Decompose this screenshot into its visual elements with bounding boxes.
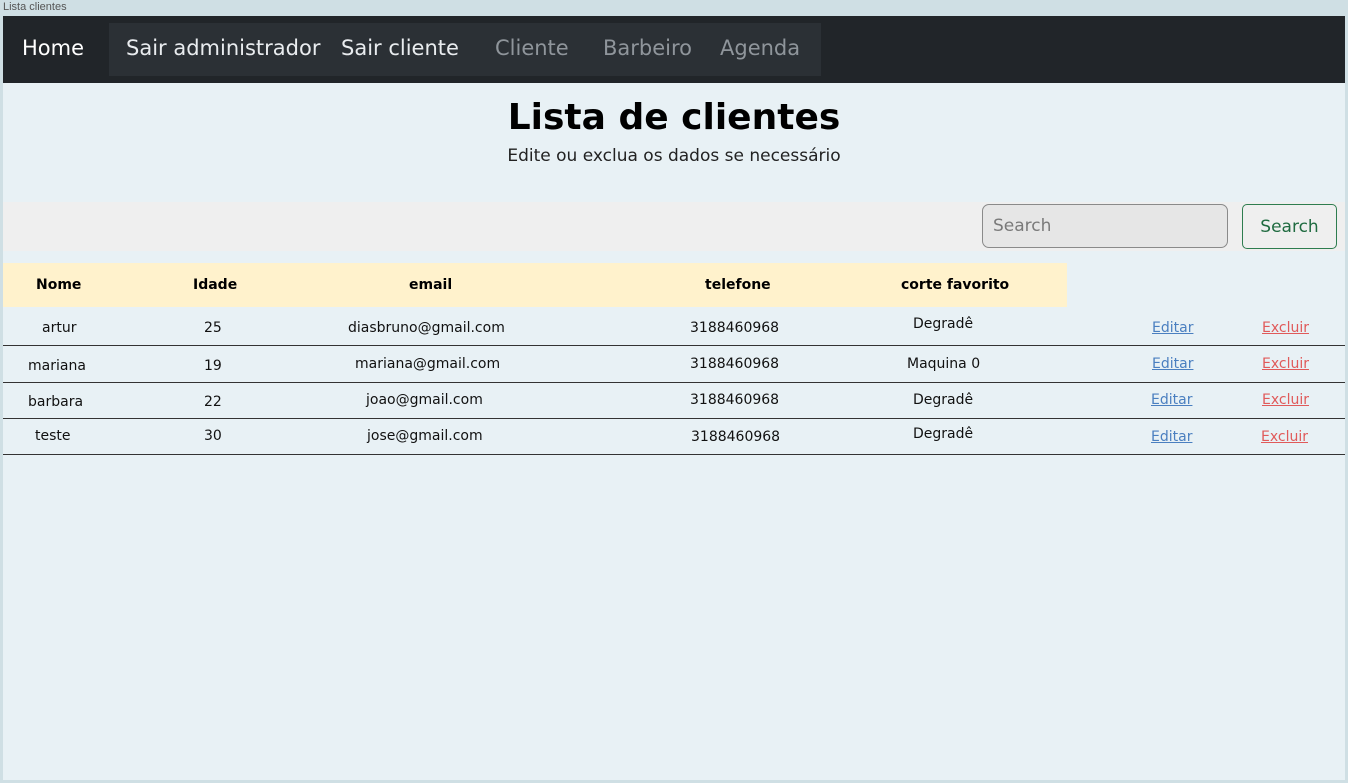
cell-idade: 22 (204, 394, 222, 410)
cell-telefone: 3188460968 (690, 392, 780, 408)
cell-nome: barbara (28, 394, 84, 410)
search-bar: Search (3, 202, 1345, 251)
nav-sair-cliente[interactable]: Sair cliente (341, 36, 459, 60)
nav-sair-administrador[interactable]: Sair administrador (126, 36, 320, 60)
cell-email: mariana@gmail.com (355, 356, 501, 372)
window-title: Lista clientes (3, 1, 67, 13)
cell-corte-favorito: Maquina 0 (907, 356, 981, 372)
nav-cliente[interactable]: Cliente (495, 36, 569, 60)
search-input[interactable] (982, 204, 1228, 248)
column-header-nome: Nome (36, 277, 82, 293)
cell-idade: 30 (204, 428, 222, 444)
cell-corte-favorito: Degradê (913, 392, 974, 408)
cell-email: joao@gmail.com (366, 392, 483, 408)
page-title: Lista de clientes (507, 97, 841, 138)
nav-home-link[interactable]: Home (22, 36, 84, 60)
delete-link[interactable]: Excluir (1262, 392, 1309, 408)
table-row: artur 25 diasbruno@gmail.com 3188460968 … (3, 309, 1345, 346)
cell-corte-favorito: Degradê (913, 426, 974, 442)
cell-idade: 19 (204, 358, 222, 374)
edit-link[interactable]: Editar (1151, 429, 1192, 445)
table-row: mariana 19 mariana@gmail.com 3188460968 … (3, 346, 1345, 383)
search-button[interactable]: Search (1242, 204, 1337, 249)
nav-group: Sair administrador Sair cliente Cliente … (109, 23, 821, 76)
table-row: barbara 22 joao@gmail.com 3188460968 Deg… (3, 382, 1345, 419)
column-header-corte-favorito: corte favorito (901, 277, 1010, 293)
page-subtitle: Edite ou exclua os dados se necessário (507, 146, 841, 166)
cell-telefone: 3188460968 (691, 429, 781, 445)
column-header-idade: Idade (193, 277, 238, 293)
cell-nome: mariana (28, 358, 86, 374)
cell-corte-favorito: Degradê (913, 316, 974, 332)
cell-email: jose@gmail.com (367, 428, 483, 444)
column-header-telefone: telefone (705, 277, 771, 293)
cell-telefone: 3188460968 (690, 356, 780, 372)
cell-email: diasbruno@gmail.com (348, 320, 505, 336)
cell-nome: artur (42, 320, 77, 336)
edit-link[interactable]: Editar (1152, 320, 1193, 336)
edit-link[interactable]: Editar (1152, 356, 1193, 372)
table-header-row: Nome Idade email telefone corte favorito (3, 263, 1067, 307)
page: Home Sair administrador Sair cliente Cli… (3, 16, 1345, 780)
cell-idade: 25 (204, 320, 222, 336)
table-row: teste 30 jose@gmail.com 3188460968 Degra… (3, 418, 1345, 455)
cell-nome: teste (35, 428, 71, 444)
delete-link[interactable]: Excluir (1261, 429, 1308, 445)
edit-link[interactable]: Editar (1151, 392, 1192, 408)
delete-link[interactable]: Excluir (1262, 356, 1309, 372)
nav-agenda[interactable]: Agenda (720, 36, 800, 60)
nav-barbeiro[interactable]: Barbeiro (603, 36, 692, 60)
column-header-email: email (409, 277, 453, 293)
navbar: Home Sair administrador Sair cliente Cli… (3, 16, 1345, 83)
cell-telefone: 3188460968 (690, 320, 780, 336)
delete-link[interactable]: Excluir (1262, 320, 1309, 336)
